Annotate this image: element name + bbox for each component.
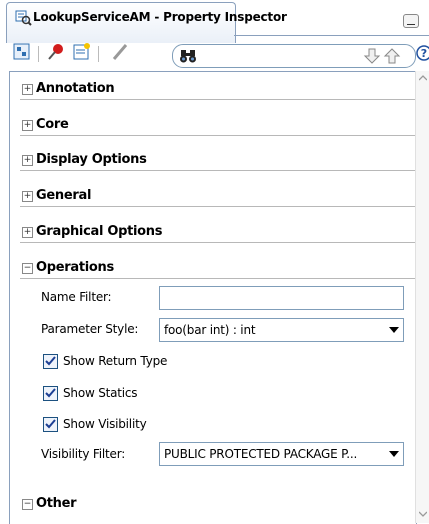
- search-box[interactable]: [172, 44, 416, 68]
- collapse-icon[interactable]: −: [22, 263, 33, 274]
- name-filter-input[interactable]: [159, 286, 404, 310]
- section-divider: [20, 206, 420, 207]
- visibility-filter-select[interactable]: PUBLIC PROTECTED PACKAGE P...: [159, 442, 404, 466]
- down-arrow-icon[interactable]: [363, 47, 381, 65]
- name-filter-label: Name Filter:: [41, 290, 112, 304]
- show-statics-checkbox[interactable]: [43, 386, 58, 401]
- dropdown-arrow-icon[interactable]: [389, 451, 399, 457]
- show-visibility-label: Show Visibility: [63, 417, 147, 431]
- section-divider: [20, 242, 420, 243]
- section-divider: [20, 135, 420, 136]
- toolbar: ?: [6, 36, 429, 72]
- section-divider: [20, 170, 420, 171]
- new-edit-icon[interactable]: [72, 42, 92, 62]
- expand-icon[interactable]: +: [22, 227, 33, 238]
- section-label: Display Options: [36, 152, 147, 167]
- properties-panel: + Annotation + Core + Display Options + …: [9, 71, 420, 524]
- section-label: Other: [36, 496, 77, 511]
- visibility-filter-value: PUBLIC PROTECTED PACKAGE P...: [164, 447, 358, 461]
- parameter-style-value: foo(bar int) : int: [164, 323, 256, 337]
- checkmark-icon: [45, 388, 56, 398]
- show-return-type-checkbox[interactable]: [43, 354, 58, 369]
- minimize-button[interactable]: [403, 14, 419, 28]
- inspector-magnifier-icon: [15, 10, 32, 26]
- pencil-icon[interactable]: [110, 42, 130, 62]
- checkmark-icon: [45, 356, 56, 366]
- expand-icon[interactable]: +: [22, 120, 33, 131]
- pin-icon[interactable]: [46, 42, 66, 62]
- checkmark-icon: [45, 419, 56, 429]
- section-label: Operations: [36, 260, 114, 275]
- parameter-style-select[interactable]: foo(bar int) : int: [159, 318, 404, 342]
- structure-icon[interactable]: [12, 42, 32, 62]
- binoculars-icon: [180, 50, 196, 63]
- scroll-down-icon[interactable]: [419, 511, 427, 517]
- section-label: General: [36, 188, 92, 203]
- window-title: LookupServiceAM - Property Inspector: [33, 10, 287, 24]
- parameter-style-label: Parameter Style:: [41, 322, 139, 336]
- toolbar-separator: [38, 46, 39, 62]
- svg-text:?: ?: [421, 47, 427, 60]
- section-label: Annotation: [36, 81, 115, 96]
- section-divider: [20, 99, 420, 100]
- property-inspector-window: LookupServiceAM - Property Inspector ? +…: [0, 0, 429, 524]
- expand-icon[interactable]: +: [22, 155, 33, 166]
- vertical-scrollbar[interactable]: [415, 71, 429, 523]
- scroll-up-icon[interactable]: [419, 75, 427, 81]
- section-divider: [20, 278, 420, 279]
- help-icon[interactable]: ?: [416, 45, 429, 61]
- show-return-type-label: Show Return Type: [63, 354, 168, 368]
- show-statics-label: Show Statics: [63, 386, 138, 400]
- show-visibility-checkbox[interactable]: [43, 417, 58, 432]
- visibility-filter-label: Visibility Filter:: [41, 447, 126, 461]
- up-arrow-icon[interactable]: [383, 47, 401, 65]
- toolbar-separator: [98, 46, 99, 62]
- dropdown-arrow-icon[interactable]: [389, 327, 399, 333]
- search-input[interactable]: [201, 48, 325, 64]
- expand-icon[interactable]: −: [22, 499, 33, 510]
- section-label: Graphical Options: [36, 224, 163, 239]
- section-label: Core: [36, 117, 69, 132]
- expand-icon[interactable]: +: [22, 191, 33, 202]
- expand-icon[interactable]: +: [22, 84, 33, 95]
